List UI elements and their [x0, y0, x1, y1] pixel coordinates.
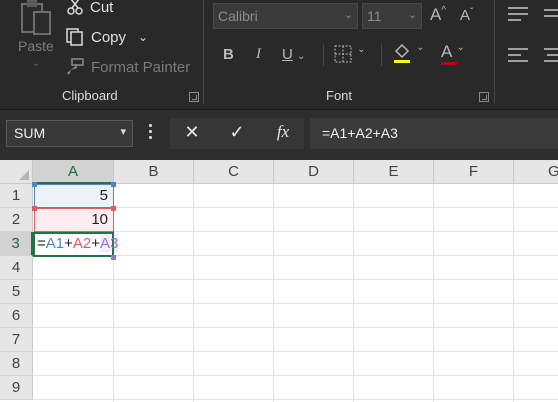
- font-size-combo[interactable]: 11 ⌄: [362, 3, 422, 29]
- cancel-button[interactable]: ✕: [180, 122, 204, 144]
- formula-token-a3: A3: [100, 235, 119, 252]
- formula-token-equals: =: [37, 235, 46, 252]
- column-header-d[interactable]: D: [274, 160, 354, 184]
- chevron-down-icon: ⌄: [456, 42, 465, 53]
- chevron-down-icon: ⌄: [357, 44, 366, 55]
- clipboard-launcher-icon[interactable]: [189, 92, 199, 102]
- column-header-e[interactable]: E: [354, 160, 434, 184]
- column-header-c[interactable]: C: [194, 160, 274, 184]
- borders-icon: [334, 45, 352, 63]
- cell-a1[interactable]: 5: [34, 184, 114, 208]
- cell-a2[interactable]: 10: [34, 208, 114, 232]
- chevron-down-icon[interactable]: ▾: [120, 125, 126, 138]
- cell-a3-editor[interactable]: =A1+A2+A3: [36, 232, 156, 256]
- formula-token-a2: A2: [72, 235, 92, 252]
- cut-button[interactable]: Cut: [66, 0, 113, 18]
- gridline: [433, 184, 434, 402]
- formula-input[interactable]: =A1+A2+A3: [310, 118, 558, 149]
- row-header-8[interactable]: 8: [0, 352, 33, 376]
- borders-button[interactable]: ⌄: [333, 44, 366, 68]
- scissors-icon: [67, 0, 83, 15]
- column-header-a[interactable]: A: [33, 160, 114, 184]
- group-separator: [494, 0, 495, 104]
- row-header-3[interactable]: 3: [0, 232, 33, 256]
- font-color-button[interactable]: A ⌄: [441, 42, 465, 65]
- caret-up-icon: ^: [441, 5, 447, 16]
- fill-color-button[interactable]: ⌄: [392, 42, 425, 68]
- font-group-label: Font: [326, 88, 353, 103]
- clipboard-group-label: Clipboard: [62, 88, 118, 103]
- row-header-5[interactable]: 5: [0, 280, 33, 304]
- formula-token-plus: +: [91, 235, 101, 252]
- gridline: [33, 279, 558, 280]
- ribbon: Paste ⌄ Cut Copy ⌄ Format Painter Clipbo…: [0, 0, 558, 110]
- name-box-value: SUM: [14, 125, 46, 141]
- row-header-6[interactable]: 6: [0, 304, 33, 328]
- gridline: [353, 184, 354, 402]
- bold-button[interactable]: B: [223, 46, 234, 63]
- column-header-g[interactable]: G: [514, 160, 558, 184]
- paste-label: Paste: [18, 38, 54, 54]
- chevron-down-icon: ⌄: [343, 9, 353, 21]
- cut-label: Cut: [90, 0, 114, 16]
- underline-button[interactable]: U ⌄: [282, 46, 305, 63]
- group-separator: [203, 0, 204, 104]
- row-header-2[interactable]: 2: [0, 208, 33, 232]
- middle-align-icon[interactable]: [544, 5, 558, 23]
- formula-token-plus: +: [64, 235, 73, 252]
- font-color-swatch: [441, 62, 457, 65]
- gridline: [33, 399, 558, 400]
- column-header-f[interactable]: F: [434, 160, 514, 184]
- more-options-icon[interactable]: [149, 124, 153, 140]
- formula-bar: SUM ▾ ✕ ✓ fx =A1+A2+A3: [0, 110, 558, 158]
- font-name-combo[interactable]: Calibri ⌄: [213, 3, 358, 29]
- copy-icon: [66, 28, 83, 46]
- select-all-button[interactable]: [0, 160, 33, 184]
- formula-buttons: ✕ ✓ fx: [170, 118, 304, 149]
- paintbrush-icon: [67, 58, 84, 75]
- insert-function-button[interactable]: fx: [271, 122, 295, 144]
- font-name-value: Calibri: [218, 8, 258, 24]
- column-header-b[interactable]: B: [114, 160, 194, 184]
- font-launcher-icon[interactable]: [479, 92, 489, 102]
- chevron-down-icon: ⌄: [407, 9, 417, 21]
- shrink-font-button[interactable]: Aˇ: [460, 7, 473, 24]
- format-painter-label: Format Painter: [91, 58, 191, 76]
- separator: [381, 44, 382, 66]
- gridline: [513, 184, 514, 402]
- row-header-4[interactable]: 4: [0, 256, 33, 280]
- top-align-icon[interactable]: [507, 5, 529, 23]
- align-center-icon[interactable]: [544, 46, 558, 64]
- align-left-icon[interactable]: [507, 46, 529, 64]
- gridline: [33, 303, 558, 304]
- row-header-7[interactable]: 7: [0, 328, 33, 352]
- grow-font-button[interactable]: A^: [430, 5, 446, 25]
- gridline: [193, 184, 194, 402]
- gridline: [33, 327, 558, 328]
- paste-button[interactable]: Paste ⌄: [14, 0, 58, 80]
- paste-icon: [21, 0, 51, 35]
- row-header-9[interactable]: 9: [0, 376, 33, 400]
- chevron-down-icon: ⌄: [297, 51, 306, 62]
- worksheet-grid[interactable]: A B C D E F G 1 2 3 4 5 6 7 8 9 5 10 =A1…: [0, 160, 558, 402]
- enter-button[interactable]: ✓: [225, 122, 249, 144]
- separator: [323, 44, 324, 66]
- format-painter-button[interactable]: Format Painter: [65, 56, 190, 78]
- row-header-1[interactable]: 1: [0, 184, 33, 208]
- italic-button[interactable]: I: [256, 46, 261, 63]
- gridline: [273, 184, 274, 402]
- name-box[interactable]: SUM ▾: [6, 120, 133, 147]
- gridline: [33, 375, 558, 376]
- paint-bucket-icon: [394, 43, 410, 63]
- copy-button[interactable]: Copy ⌄: [65, 26, 148, 48]
- fill-color-swatch: [394, 60, 410, 63]
- formula-token-a1: A1: [45, 235, 65, 252]
- chevron-down-icon[interactable]: ⌄: [138, 30, 148, 44]
- chevron-down-icon: ⌄: [32, 58, 41, 69]
- caret-down-icon: ˇ: [470, 7, 474, 18]
- font-size-value: 11: [367, 8, 382, 24]
- gridline: [33, 351, 558, 352]
- chevron-down-icon: ⌄: [416, 42, 425, 53]
- copy-label: Copy: [91, 28, 127, 46]
